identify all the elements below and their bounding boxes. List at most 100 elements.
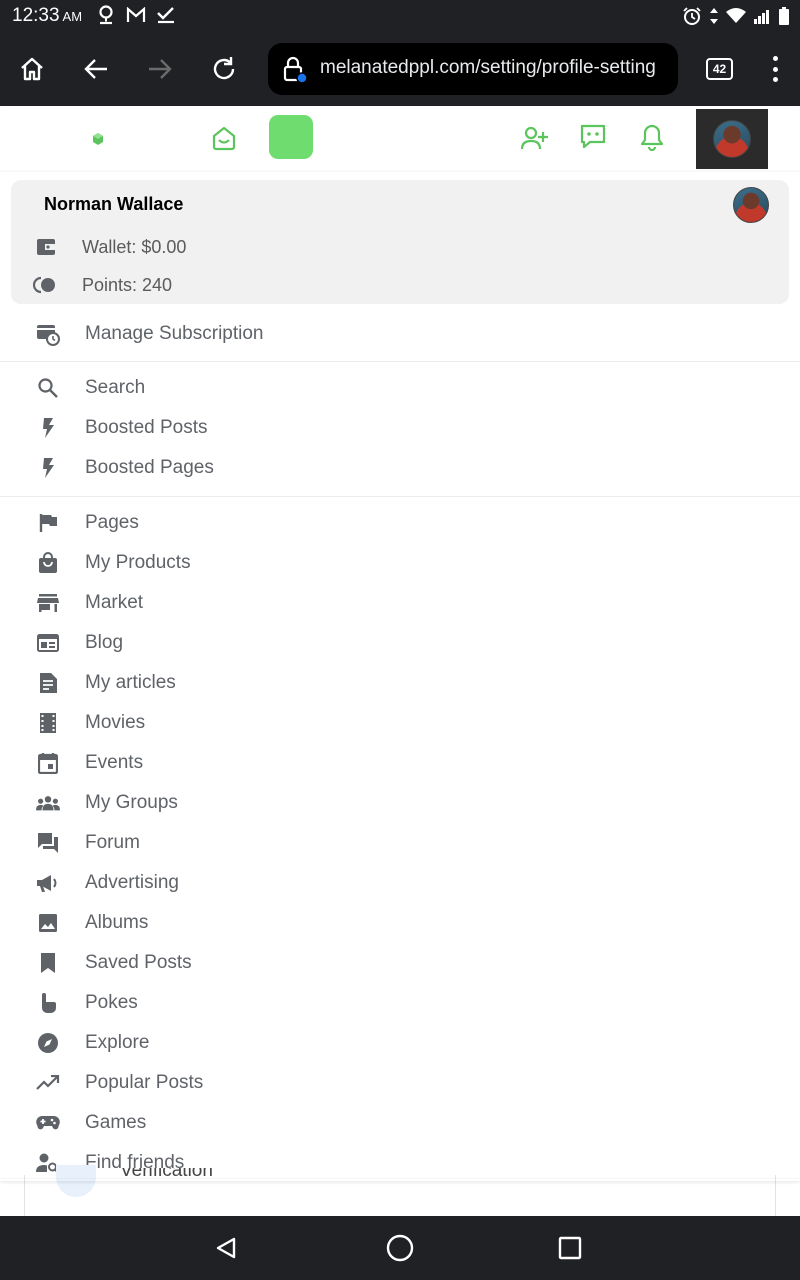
menu-item-forum[interactable]: Forum (0, 823, 800, 863)
bolt-icon (36, 456, 60, 480)
profile-menu-button[interactable] (696, 109, 768, 169)
alarm-icon (682, 6, 702, 26)
bookmark-icon (36, 951, 60, 975)
wallet-icon (33, 237, 59, 257)
url-text: melanatedppl.com/setting/profile-setting (320, 57, 656, 78)
site-logo-icon[interactable] (90, 131, 106, 147)
article-icon (36, 671, 60, 695)
browser-menu-button[interactable] (765, 54, 785, 84)
menu-item-advertising[interactable]: Advertising (0, 863, 800, 903)
data-arrows-icon (708, 6, 720, 26)
trending-icon (36, 1071, 60, 1095)
calendar-icon (36, 751, 60, 775)
image-icon (36, 911, 60, 935)
back-button[interactable] (76, 49, 116, 89)
points-row[interactable]: Points: 240 (33, 273, 172, 297)
menu-item-games[interactable]: Games (0, 1103, 800, 1143)
menu-item-market[interactable]: Market (0, 583, 800, 623)
menu-divider (0, 496, 800, 497)
settings-card (24, 1175, 776, 1217)
tab-switcher-button[interactable]: 42 (706, 58, 733, 80)
reload-icon (213, 57, 235, 80)
site-header (0, 106, 800, 170)
menu-item-pages[interactable]: Pages (0, 503, 800, 543)
search-icon (36, 376, 60, 400)
blog-icon (36, 631, 60, 655)
menu-divider (0, 361, 800, 362)
wallet-row[interactable]: Wallet: $0.00 (33, 235, 186, 259)
menu-item-label: Events (85, 752, 144, 773)
nav-recents-button[interactable] (554, 1232, 586, 1264)
points-coins-icon (33, 275, 59, 295)
nav-home-button[interactable] (384, 1232, 416, 1264)
menu-item-boosted-posts[interactable]: Boosted Posts (0, 408, 800, 448)
pin-icon (96, 5, 116, 25)
menu-item-my-products[interactable]: My Products (0, 543, 800, 583)
url-bar[interactable]: melanatedppl.com/setting/profile-setting (268, 43, 678, 95)
groups-icon (36, 791, 60, 815)
forward-button[interactable] (140, 49, 180, 89)
menu-item-label: Advertising (85, 872, 179, 893)
avatar (713, 120, 751, 158)
verification-label[interactable]: Verification (120, 1168, 213, 1178)
gamepad-icon (36, 1111, 60, 1135)
status-time: 12:33 AM (12, 5, 82, 27)
menu-item-search[interactable]: Search (0, 368, 800, 408)
menu-item-label: Saved Posts (85, 952, 192, 973)
store-icon (36, 591, 60, 615)
circle-home-icon (386, 1234, 414, 1262)
gmail-icon (126, 5, 146, 25)
notifications-bell-icon[interactable] (637, 122, 667, 152)
compass-icon (36, 1031, 60, 1055)
menu-item-label: Pokes (85, 992, 138, 1013)
nav-back-button[interactable] (210, 1232, 242, 1264)
menu-item-boosted-pages[interactable]: Boosted Pages (0, 448, 800, 488)
menu-item-label: My Products (85, 552, 191, 573)
menu-item-events[interactable]: Events (0, 743, 800, 783)
menu-item-manage-subscription[interactable]: Manage Subscription (0, 314, 800, 354)
menu-item-popular-posts[interactable]: Popular Posts (0, 1063, 800, 1103)
clock-time: 12:33 (12, 5, 60, 26)
menu-item-label: Albums (85, 912, 149, 933)
menu-item-label: My Groups (85, 792, 178, 813)
triangle-back-icon (216, 1237, 236, 1259)
menu-item-saved-posts[interactable]: Saved Posts (0, 943, 800, 983)
reload-button[interactable] (204, 49, 244, 89)
menu-item-explore[interactable]: Explore (0, 1023, 800, 1063)
avatar (733, 187, 769, 223)
wifi-icon (726, 6, 746, 26)
status-bar: 12:33 AM (0, 0, 800, 32)
menu-item-albums[interactable]: Albums (0, 903, 800, 943)
menu-item-pokes[interactable]: Pokes (0, 983, 800, 1023)
menu-item-my-articles[interactable]: My articles (0, 663, 800, 703)
home-icon (21, 57, 43, 81)
user-profile-card[interactable]: Norman Wallace Wallet: $0.00 Points: 240 (11, 180, 789, 304)
menu-item-label: Games (85, 1112, 147, 1133)
megaphone-icon (36, 871, 60, 895)
menu-item-my-groups[interactable]: My Groups (0, 783, 800, 823)
signal-icon (752, 6, 772, 26)
menu-item-label: Boosted Pages (85, 457, 214, 478)
messages-icon[interactable] (578, 122, 608, 152)
home-button[interactable] (12, 49, 52, 89)
subscription-icon (36, 322, 60, 346)
home-feed-icon[interactable] (210, 124, 238, 152)
check-icon (156, 5, 176, 25)
bolt-icon (36, 416, 60, 440)
menu-item-label: Boosted Posts (85, 417, 208, 438)
battery-icon (778, 6, 790, 26)
menu-item-label: Search (85, 377, 146, 398)
friend-requests-icon[interactable] (520, 123, 550, 153)
create-post-button[interactable] (269, 115, 313, 159)
menu-item-label: Popular Posts (85, 1072, 204, 1093)
menu-item-label: Forum (85, 832, 140, 853)
forward-arrow-icon (149, 59, 172, 79)
flag-icon (36, 511, 60, 535)
back-arrow-icon (84, 59, 107, 79)
wallet-balance: Wallet: $0.00 (82, 236, 187, 257)
dropdown-edge (0, 1179, 800, 1181)
menu-item-label: Movies (85, 712, 146, 733)
menu-item-blog[interactable]: Blog (0, 623, 800, 663)
menu-item-label: My articles (85, 672, 176, 693)
menu-item-movies[interactable]: Movies (0, 703, 800, 743)
